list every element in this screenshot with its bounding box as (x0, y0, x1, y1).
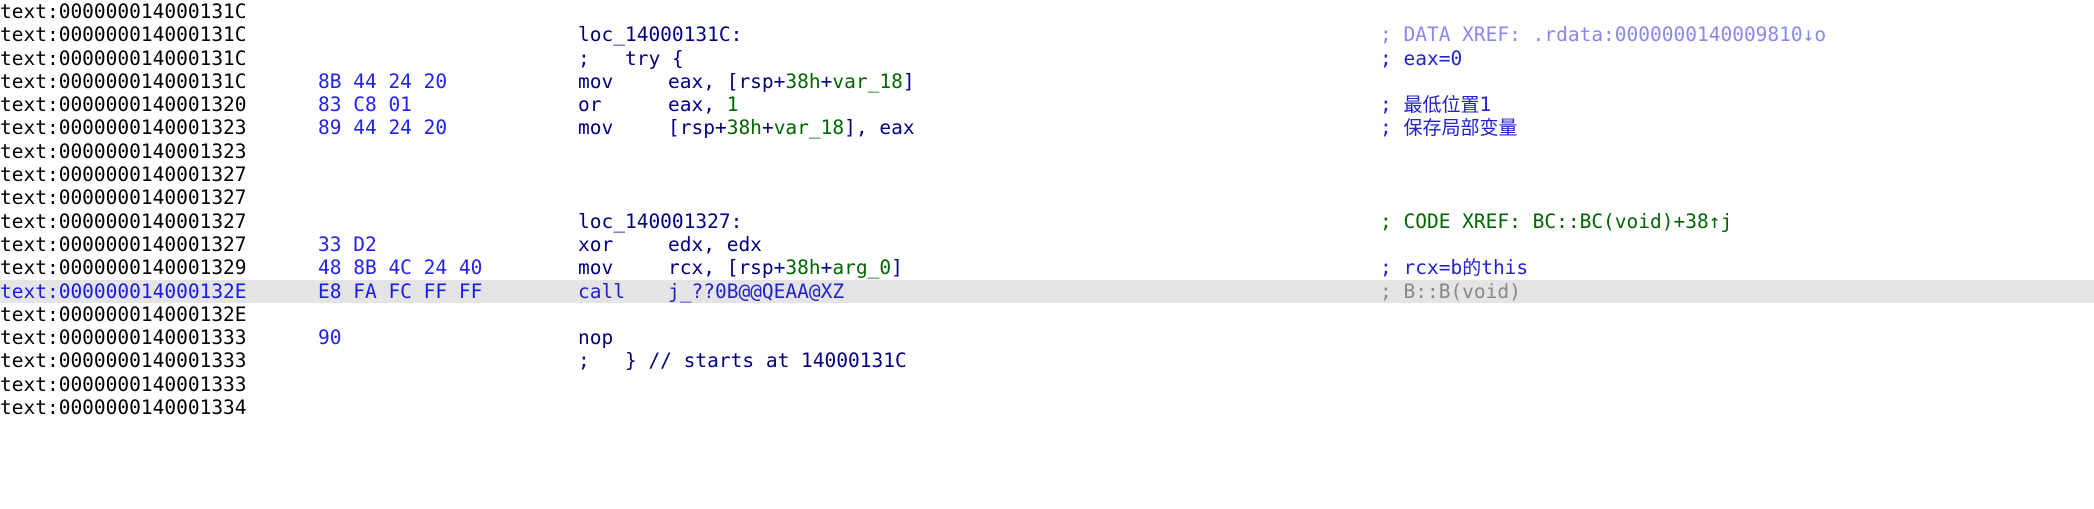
opcode-bytes: 90 (318, 326, 342, 350)
opcode-bytes: 8B 44 24 20 (318, 69, 448, 93)
line-address[interactable]: text:0000000140001320 (0, 93, 247, 116)
line-comment[interactable]: ; B::B(void) (1380, 280, 1521, 303)
opcode-bytes: 33 D2 (318, 232, 377, 256)
line-address[interactable]: text:0000000140001333 (0, 373, 247, 396)
line-comment[interactable]: ; rcx=b的this (1380, 256, 1528, 280)
disasm-line[interactable]: text:0000000140001327 33 D2 xor edx, edx (0, 233, 2094, 256)
operand-value[interactable]: var_18 (774, 116, 844, 139)
instruction-operands[interactable]: [rsp+38h+var_18], eax (668, 116, 915, 139)
line-comment[interactable]: ; 最低位置1 (1380, 93, 1491, 117)
opcode-bytes: E8 FA FC FF FF (318, 279, 483, 303)
line-address[interactable]: text:0000000140001323 (0, 140, 247, 163)
cjk-text: 的 (1462, 257, 1482, 280)
line-comment[interactable]: ; CODE XREF: BC::BC(void)+38↑j (1380, 210, 1732, 233)
line-address[interactable]: text:0000000140001333 (0, 326, 247, 349)
line-address[interactable]: text:0000000140001333 (0, 349, 247, 372)
line-comment[interactable]: ; DATA XREF: .rdata:0000000140009810↓o (1380, 23, 1826, 46)
line-address[interactable]: text:0000000140001323 (0, 116, 247, 139)
instruction-mnemonic[interactable]: mov (578, 70, 613, 93)
instruction-mnemonic[interactable]: xor (578, 233, 613, 256)
disasm-line[interactable]: text:0000000140001333 90 nop (0, 326, 2094, 349)
line-address[interactable]: text:0000000140001334 (0, 396, 247, 419)
line-address[interactable]: text:0000000140001327 (0, 210, 247, 233)
operand-value[interactable]: arg_0 (832, 256, 891, 279)
line-address[interactable]: text:000000014000131C (0, 23, 247, 46)
line-address[interactable]: text:000000014000131C (0, 0, 247, 23)
disasm-line[interactable]: text:0000000140001329 48 8B 4C 24 40 mov rc… (0, 256, 2094, 279)
disasm-line[interactable]: text:0000000140001334 (0, 396, 2094, 419)
instruction-mnemonic[interactable]: mov (578, 256, 613, 279)
line-address[interactable]: text:0000000140001327 (0, 163, 247, 186)
opcode-bytes: 89 44 24 20 (318, 116, 448, 140)
line-comment[interactable]: ; eax=0 (1380, 47, 1462, 70)
instruction-operands[interactable]: edx, edx (668, 233, 762, 256)
disasm-line[interactable]: text:0000000140001320 83 C8 01 or eax, 1 ; 最… (0, 93, 2094, 116)
operand-value[interactable]: 1 (727, 93, 739, 116)
line-address[interactable]: text:0000000140001327 (0, 233, 247, 256)
instruction-mnemonic[interactable]: or (578, 93, 601, 116)
instruction-operands[interactable]: eax, [rsp+38h+var_18] (668, 70, 915, 93)
disasm-line[interactable]: text:000000014000131C (0, 0, 2094, 23)
instruction-mnemonic[interactable]: nop (578, 326, 613, 349)
disasm-line[interactable]: text:0000000140001327 (0, 163, 2094, 186)
disasm-line[interactable]: text:0000000140001327 loc_140001327: ; COD… (0, 210, 2094, 233)
disassembly-view[interactable]: text:000000014000131C text:00000001400013… (0, 0, 2094, 509)
disasm-line[interactable]: text:0000000140001323 (0, 140, 2094, 163)
disasm-line[interactable]: text:000000014000131C ; try { ; eax=0 (0, 47, 2094, 70)
disasm-line[interactable]: text:0000000140001333 (0, 373, 2094, 396)
instruction-operands[interactable]: eax, 1 (668, 93, 738, 116)
code-label[interactable]: loc_14000131C: (578, 23, 742, 46)
opcode-bytes: 48 8B 4C 24 40 (318, 256, 483, 280)
operand-value[interactable]: 38h (785, 256, 820, 279)
line-address[interactable]: text:000000014000131C (0, 70, 247, 93)
disasm-line[interactable]: text:0000000140001323 89 44 24 20 mov [rsp+… (0, 116, 2094, 139)
code-label[interactable]: ; try { (578, 47, 684, 70)
line-address[interactable]: text:0000000140001327 (0, 186, 247, 209)
code-label[interactable]: loc_140001327: (578, 210, 742, 233)
line-address[interactable]: text:0000000140001329 (0, 256, 247, 279)
disasm-line[interactable]: text:000000014000132E (0, 303, 2094, 326)
line-comment[interactable]: ; 保存局部变量 (1380, 116, 1518, 140)
instruction-mnemonic[interactable]: mov (578, 116, 613, 139)
cjk-text: 保存局部变量 (1403, 117, 1518, 140)
disasm-line[interactable]: text:000000014000131C 8B 44 24 20 mov eax, … (0, 70, 2094, 93)
disasm-line[interactable]: text:000000014000131C loc_14000131C: ; DAT… (0, 23, 2094, 46)
line-address[interactable]: text:000000014000132E (0, 280, 247, 303)
operand-value[interactable]: 38h (785, 70, 820, 93)
line-address[interactable]: text:000000014000131C (0, 47, 247, 70)
operand-value[interactable]: 38h (727, 116, 762, 139)
instruction-operands[interactable]: j_??0B@@QEAA@XZ (668, 280, 844, 303)
cjk-text: 最低位置 (1403, 94, 1480, 117)
instruction-operands[interactable]: rcx, [rsp+38h+arg_0] (668, 256, 903, 279)
disasm-line-selected[interactable]: text:000000014000132E E8 FA FC FF FF call j… (0, 279, 2094, 303)
instruction-mnemonic[interactable]: call (578, 280, 625, 303)
operand-value[interactable]: var_18 (832, 70, 902, 93)
line-address[interactable]: text:000000014000132E (0, 303, 247, 326)
disasm-line[interactable]: text:0000000140001327 (0, 186, 2094, 209)
disasm-line[interactable]: text:0000000140001333 ; } // starts at 14… (0, 349, 2094, 372)
opcode-bytes: 83 C8 01 (318, 93, 412, 117)
code-label[interactable]: ; } // starts at 14000131C (578, 349, 907, 372)
